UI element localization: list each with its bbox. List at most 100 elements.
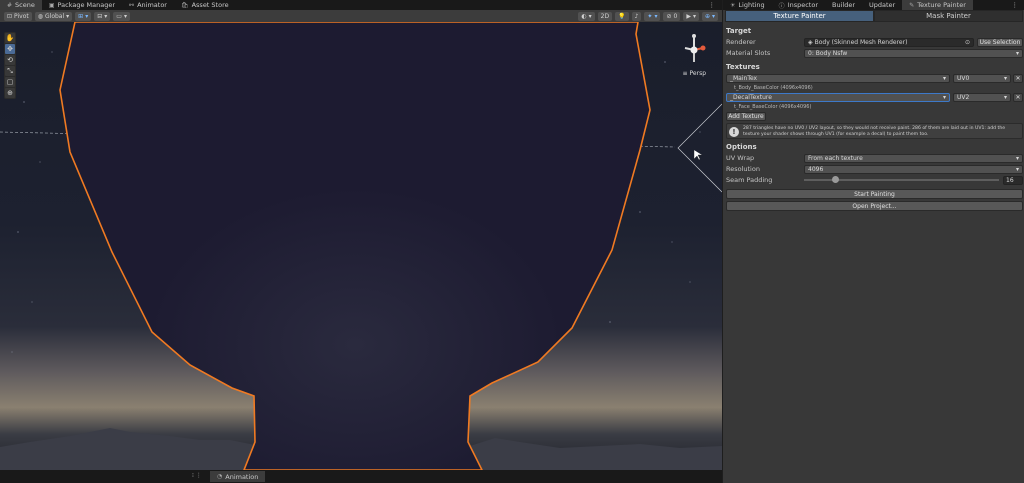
- tabbar-spacer: [973, 0, 1005, 10]
- bottom-strip: ⁝ ⋮ ◔ Animation: [0, 470, 722, 483]
- hand-tool-icon[interactable]: ✋: [5, 33, 15, 43]
- shading-mode-button[interactable]: ◐ ▾: [578, 11, 595, 21]
- info-icon: ⓘ: [778, 2, 785, 10]
- rotate-tool-icon[interactable]: ⟲: [5, 55, 15, 65]
- tab-inspector[interactable]: ⓘ Inspector: [772, 0, 825, 10]
- uv-channel-dropdown[interactable]: UV0 ▾: [953, 73, 1011, 83]
- uv-wrap-label: UV Wrap: [726, 154, 755, 162]
- uv-wrap-value: From each texture: [808, 154, 863, 162]
- scale-tool-icon[interactable]: ⤡: [5, 66, 15, 76]
- orientation-gizmo: [684, 34, 706, 62]
- tab-animation[interactable]: ◔ Animation: [210, 471, 266, 482]
- gizmos-button[interactable]: ⊕ ▾: [701, 11, 718, 21]
- effects-button[interactable]: ✦ ▾: [644, 11, 661, 21]
- chevron-down-icon: ▾: [1015, 154, 1019, 162]
- renderer-value: Body (Skinned Mesh Renderer): [814, 38, 908, 46]
- texture-row: _DecalTexture ▾ UV2 ▾ ✕: [726, 92, 1023, 102]
- tab-builder[interactable]: Builder: [825, 0, 862, 10]
- resolution-label: Resolution: [726, 165, 760, 173]
- more-menu-icon[interactable]: ⋮: [702, 0, 723, 10]
- grid-snap-button[interactable]: ⊞ ▾: [75, 11, 92, 21]
- tab-asset-store[interactable]: 🛍 Asset Store: [174, 0, 236, 10]
- transform-tool-icon[interactable]: ⊕: [5, 88, 15, 98]
- object-picker-icon[interactable]: ⊙: [965, 39, 970, 46]
- material-slots-value: 0: Body Nsfw: [808, 49, 848, 57]
- pivot-label: Pivot: [14, 12, 29, 20]
- ruler-button[interactable]: ▭ ▾: [113, 11, 130, 21]
- uv-channel-value: UV2: [957, 93, 970, 101]
- eye-off-icon: ⊘: [666, 12, 672, 20]
- rect-tool-icon[interactable]: ▢: [5, 77, 15, 87]
- close-icon: ✕: [1015, 93, 1021, 101]
- panel-menu-icon[interactable]: ⁝ ⋮: [192, 472, 202, 479]
- pivot-toggle[interactable]: ⊡ Pivot: [4, 11, 32, 21]
- seam-padding-slider[interactable]: 16: [804, 175, 1023, 185]
- uv-info-box: ! 287 triangles have no UV0 / UV2 layout…: [726, 123, 1023, 139]
- renderer-field[interactable]: ◈ Body (Skinned Mesh Renderer) ⊙: [804, 37, 974, 47]
- seam-padding-field[interactable]: 16: [1003, 175, 1023, 185]
- audio-toggle-button[interactable]: ♪: [631, 11, 642, 21]
- texture-property-dropdown[interactable]: _DecalTexture ▾: [726, 92, 950, 102]
- tab-lighting[interactable]: ☀ Lighting: [723, 0, 772, 10]
- scene-viewport[interactable]: ✋ ✥ ⟲ ⤡ ▢ ⊕ ≡ Persp: [0, 22, 722, 470]
- mouse-cursor: [693, 150, 702, 161]
- info-text: 287 triangles have no UV0 / UV2 layout, …: [743, 126, 1006, 137]
- scene-tabbar: # Scene ▣ Package Manager ⚯ Animator 🛍 Asset…: [0, 0, 722, 10]
- tab-mask-painter-mode[interactable]: Mask Painter: [874, 10, 1023, 22]
- add-texture-button[interactable]: Add Texture: [726, 111, 766, 121]
- tab-scene[interactable]: # Scene: [0, 0, 42, 10]
- open-project-button[interactable]: Open Project...: [726, 201, 1023, 211]
- uv-wrap-dropdown[interactable]: From each texture ▾: [804, 153, 1023, 163]
- texture-property-dropdown[interactable]: _MainTex ▾: [726, 73, 950, 83]
- options-heading: Options: [726, 143, 757, 151]
- slider-track[interactable]: [804, 176, 999, 183]
- tab-package-manager[interactable]: ▣ Package Manager: [42, 0, 122, 10]
- chevron-down-icon: ▾: [654, 12, 658, 20]
- seam-padding-label: Seam Padding: [726, 176, 773, 184]
- count-badge: 0: [673, 12, 678, 20]
- resolution-row: Resolution 4096 ▾: [726, 164, 1023, 174]
- camera-button[interactable]: ▶ ▾: [683, 11, 699, 21]
- renderer-label: Renderer: [726, 38, 756, 46]
- texture-property-value: _DecalTexture: [730, 93, 772, 101]
- tool-palette: ✋ ✥ ⟲ ⤡ ▢ ⊕: [4, 32, 16, 99]
- camera-frustum: [677, 103, 722, 193]
- target-heading: Target: [726, 27, 752, 35]
- seam-padding-row: Seam Padding 16: [726, 175, 1023, 185]
- hidden-objects-button[interactable]: ⊘ 0: [663, 11, 681, 21]
- scene-icon: #: [7, 1, 13, 9]
- more-menu-icon[interactable]: ⋮: [1005, 0, 1024, 10]
- tab-label: Scene: [15, 1, 35, 9]
- tab-updater[interactable]: Updater: [862, 0, 902, 10]
- remove-texture-button[interactable]: ✕: [1013, 92, 1023, 102]
- material-slots-label: Material Slots: [726, 49, 771, 57]
- tab-animator[interactable]: ⚯ Animator: [122, 0, 174, 10]
- tab-label: Updater: [869, 1, 896, 9]
- uv-channel-dropdown[interactable]: UV2 ▾: [953, 92, 1011, 102]
- resolution-value: 4096: [808, 165, 824, 173]
- chevron-down-icon: ▾: [1015, 49, 1019, 57]
- slider-handle[interactable]: [832, 176, 840, 183]
- texture-asset-label: t_Body_BaseColor (4096x4096): [734, 85, 813, 91]
- grid-icon: ⊞: [78, 12, 84, 20]
- mode-2d-button[interactable]: 2D: [597, 11, 613, 21]
- gizmos-icon: ⊕: [704, 12, 710, 20]
- resolution-dropdown[interactable]: 4096 ▾: [804, 164, 1023, 174]
- material-slots-dropdown[interactable]: 0: Body Nsfw ▾: [804, 48, 1023, 58]
- tab-texture-painter[interactable]: ✎ Texture Painter: [902, 0, 973, 10]
- ruler-icon: ▭: [116, 12, 122, 20]
- tab-texture-painter-mode[interactable]: Texture Painter: [725, 10, 874, 22]
- pivot-icon: ⊡: [7, 12, 13, 20]
- remove-texture-button[interactable]: ✕: [1013, 73, 1023, 83]
- use-selection-button[interactable]: Use Selection: [977, 37, 1023, 47]
- global-toggle[interactable]: ◍ Global ▾: [34, 11, 73, 21]
- projection-toggle[interactable]: ≡ Persp: [682, 70, 706, 77]
- chevron-down-icon: ▾: [1015, 165, 1019, 173]
- lighting-toggle-button[interactable]: 💡: [615, 11, 629, 21]
- selected-mesh: [59, 22, 651, 470]
- start-painting-button[interactable]: Start Painting: [726, 189, 1023, 199]
- chevron-down-icon: ▾: [692, 12, 696, 20]
- move-tool-icon[interactable]: ✥: [5, 44, 15, 54]
- tab-label: Inspector: [787, 1, 819, 9]
- snap-increment-button[interactable]: ⊟ ▾: [94, 11, 111, 21]
